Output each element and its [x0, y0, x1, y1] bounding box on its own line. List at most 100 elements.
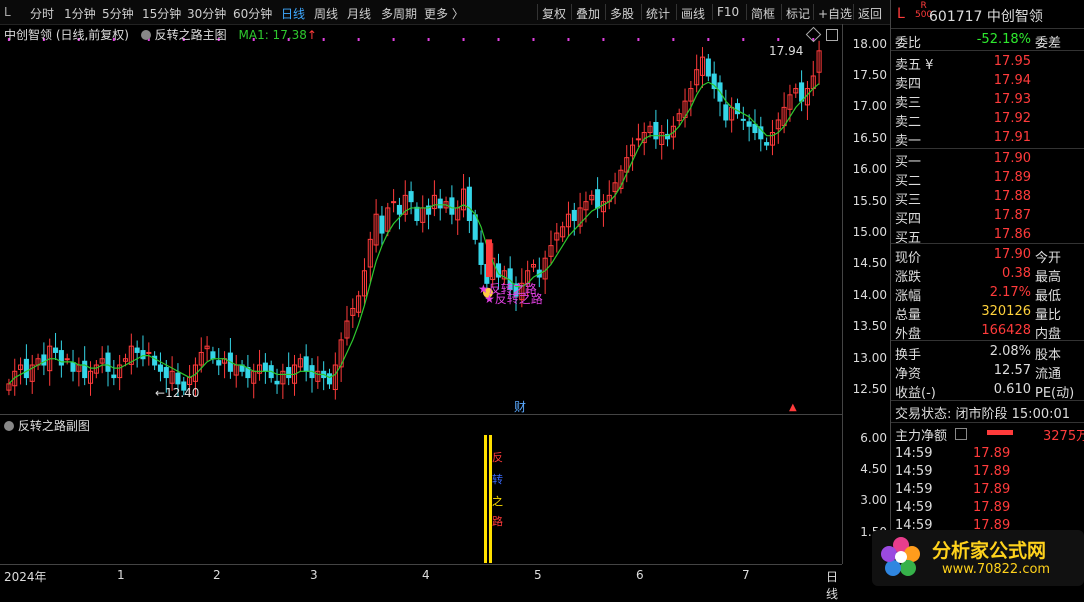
- toolbar-left-0[interactable]: L: [4, 5, 11, 19]
- candle-body: [723, 104, 729, 121]
- signal-bar-left: [484, 435, 487, 563]
- tick-row: 14:59 17.89: [895, 500, 1011, 515]
- toolbar-right-6[interactable]: 简框: [751, 5, 775, 22]
- finance-marker[interactable]: 财: [514, 398, 526, 415]
- flower-logo-icon: [881, 537, 920, 576]
- toolbar-left-10[interactable]: 多周期: [381, 5, 417, 22]
- chart-header: 中创智领 (日线,前复权) 反转之路主图 MA1: 17.38↑: [4, 26, 317, 43]
- x-tick: 2: [213, 568, 221, 582]
- window-toggle-icon[interactable]: [826, 29, 838, 41]
- ask-row: 卖五 ¥17.95: [895, 54, 1031, 73]
- main-indicator-name[interactable]: 反转之路主图: [155, 28, 227, 42]
- toolbar-right-7[interactable]: 标记: [786, 5, 810, 22]
- candle-body: [157, 364, 163, 372]
- ma-line: [8, 81, 820, 385]
- ticker-prefix: L: [897, 6, 905, 22]
- toolbar-left-3[interactable]: 5分钟: [102, 5, 134, 22]
- y-tick: 16.00: [852, 162, 887, 177]
- toolbar-right-0[interactable]: 复权: [542, 5, 566, 22]
- candle-body: [752, 123, 758, 134]
- top-marker: [707, 38, 710, 41]
- candlestick-chart: [6, 38, 822, 400]
- top-marker: [357, 38, 360, 41]
- candle-body: [799, 82, 805, 102]
- candle-body: [740, 118, 746, 121]
- toolbar-right-5[interactable]: F10: [717, 5, 739, 19]
- signal-word-4: 路: [492, 515, 503, 528]
- top-marker: [567, 38, 570, 41]
- watermark-logo: 分析家公式网 www.70822.com: [872, 530, 1084, 586]
- toolbar-right-2[interactable]: 多股: [610, 5, 634, 22]
- candle-body: [571, 209, 577, 222]
- toolbar-right-4[interactable]: 画线: [681, 5, 705, 22]
- top-marker: [392, 38, 395, 41]
- stat-row: 涨幅 2.17% 最低: [895, 285, 1062, 304]
- tick-row: 14:59 17.89: [895, 482, 1011, 497]
- candle-body: [163, 367, 169, 379]
- toolbar-left-7[interactable]: 日线: [281, 5, 305, 22]
- toolbar-right-1[interactable]: 叠加: [576, 5, 600, 22]
- y-tick: 15.50: [852, 193, 887, 208]
- net-flow-menu-icon[interactable]: [955, 428, 967, 440]
- candle-body: [216, 360, 222, 366]
- ask-row: 卖二 17.92: [895, 111, 1031, 130]
- signal-candle: [486, 239, 492, 278]
- toolbar-left-1[interactable]: 分时: [30, 5, 54, 22]
- candle-body: [734, 103, 741, 115]
- candle-body: [478, 242, 484, 265]
- y-axis: 18.00 17.50 17.00 16.50 16.00 15.50 15.00 14.50…: [842, 24, 891, 564]
- toolbar-left-11[interactable]: 更多 〉: [424, 5, 464, 22]
- toolbar-left-2[interactable]: 1分钟: [64, 5, 96, 22]
- sub-indicator-name[interactable]: 反转之路副图: [18, 419, 90, 433]
- sub-toggle-icon[interactable]: [4, 421, 14, 431]
- y-tick: 17.00: [852, 99, 887, 114]
- x-tick: 6: [636, 568, 644, 582]
- candle-body: [437, 198, 443, 209]
- bid-row: 买二 17.89: [895, 170, 1031, 189]
- x-axis: 2024年 1 2 3 4 5 6 7 日线: [0, 564, 842, 601]
- toolbar-left-9[interactable]: 月线: [347, 5, 371, 22]
- toolbar-right-9[interactable]: 返回: [858, 5, 882, 22]
- toolbar-left-4[interactable]: 15分钟: [142, 5, 181, 22]
- trade-status: 交易状态: 闭市阶段 15:00:01: [895, 407, 1071, 422]
- bid-row: 买一 17.90: [895, 151, 1031, 170]
- top-marker: [777, 38, 780, 41]
- quote-panel: L R 500 601717 中创智领 委比 -52.18% 委差 卖五 ¥17.…: [890, 0, 1084, 586]
- candle-body: [134, 347, 140, 353]
- toolbar-left-8[interactable]: 周线: [314, 5, 338, 22]
- sub-chart[interactable]: 反转之路副图 反 转 之 路: [0, 414, 842, 565]
- toolbar-right-8[interactable]: +自选: [818, 5, 852, 22]
- high-price-label: 17.94: [769, 44, 804, 58]
- candle-body: [105, 352, 111, 372]
- event-marker-icon[interactable]: ▲: [789, 402, 797, 413]
- tick-row: 14:59 17.89: [895, 446, 1011, 461]
- candle-body: [396, 204, 402, 215]
- x-tick[interactable]: 日线: [826, 568, 842, 602]
- candle-body: [64, 358, 70, 361]
- net-flow-value: 3275万: [1043, 429, 1084, 444]
- indicator-toggle-icon[interactable]: [140, 30, 151, 40]
- top-marker: [462, 38, 465, 41]
- top-marker: [497, 38, 500, 41]
- logo-url: www.70822.com: [942, 562, 1051, 577]
- candle-body: [595, 189, 601, 209]
- candle-body: [653, 121, 659, 140]
- ask-row: 卖三 17.93: [895, 92, 1031, 111]
- candle-body: [635, 138, 641, 141]
- toolbar-left-5[interactable]: 30分钟: [187, 5, 226, 22]
- main-chart[interactable]: 中创智领 (日线,前复权) 反转之路主图 MA1: 17.38↑ 17.94 ←…: [0, 24, 842, 414]
- y-tick: 13.00: [852, 350, 887, 365]
- toolbar-right-3[interactable]: 统计: [646, 5, 670, 22]
- x-tick: 1: [117, 568, 125, 582]
- sub-y-tick: 3.00: [860, 493, 887, 508]
- y-tick: 12.50: [852, 382, 887, 397]
- x-tick: 7: [742, 568, 750, 582]
- candle-body: [391, 201, 397, 204]
- toolbar-left-6[interactable]: 60分钟: [233, 5, 272, 22]
- y-tick: 14.50: [852, 256, 887, 271]
- candle-body: [140, 350, 146, 360]
- candle-body: [210, 351, 216, 360]
- candle-body: [146, 351, 152, 354]
- signal-label-2: ★反转之路: [484, 292, 543, 306]
- ma-value: MA1: 17.38: [238, 28, 307, 42]
